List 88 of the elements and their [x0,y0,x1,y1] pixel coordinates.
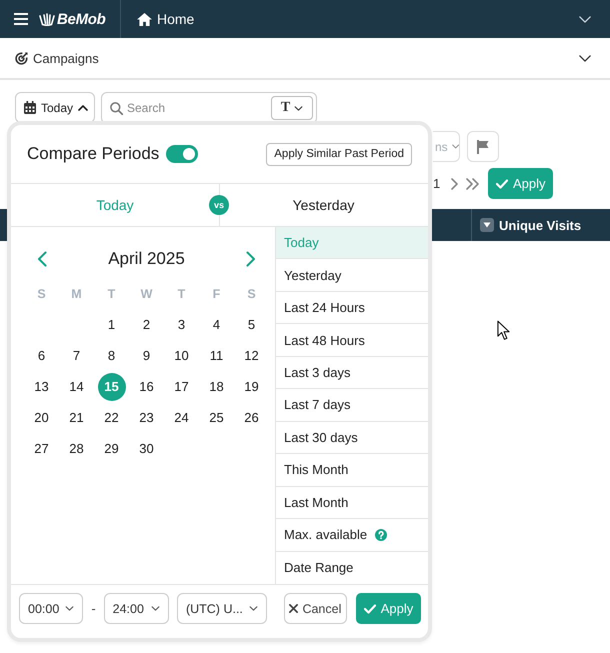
similar-period-button[interactable]: Apply Similar Past Period [266,142,412,166]
flag-button[interactable] [467,131,499,162]
chevron-right-icon[interactable] [451,178,458,190]
weekday-label: S [247,286,256,300]
mouse-pointer-icon [497,320,510,341]
time-separator: - [91,601,96,616]
calendar-day[interactable]: 5 [238,310,266,338]
search-mode-button[interactable]: T [271,96,313,120]
chevron-down-icon [150,606,160,611]
weekday-label: T [108,286,116,300]
calendar-day[interactable]: 8 [98,342,126,370]
calendar-day[interactable]: 28 [62,434,90,462]
weekday-label: M [71,286,82,300]
chevron-right-icon[interactable] [246,251,256,267]
calendar-day[interactable]: 16 [132,372,160,400]
calendar-day[interactable]: 11 [202,342,230,370]
section-title: Campaigns [33,50,100,66]
calendar-day[interactable]: 14 [62,372,90,400]
calendar-day[interactable]: 2 [132,310,160,338]
calendar-day[interactable]: 3 [168,310,196,338]
calendar-day[interactable]: 29 [98,434,126,462]
calendar-day[interactable]: 20 [28,404,56,432]
compare-toggle[interactable] [166,145,198,163]
search-icon [110,102,123,114]
calendar-day[interactable]: 17 [168,372,196,400]
logo-icon [39,12,55,26]
chevron-down-icon [248,606,258,611]
panel-title: Compare Periods [27,144,160,164]
calendar-day[interactable]: 18 [202,372,230,400]
calendar-day[interactable]: 7 [62,342,90,370]
preset-item[interactable]: Last 24 Hours [276,292,428,324]
filter-icon[interactable] [480,218,494,232]
check-icon [496,178,508,188]
flag-icon [477,140,489,154]
chevron-down-icon [65,606,74,611]
calendar-day[interactable]: 30 [132,434,160,462]
vs-badge: vs [209,195,229,215]
calendar-icon [24,101,36,114]
period-tab[interactable]: Yesterday [229,184,428,226]
home-icon[interactable] [137,12,152,26]
calendar-day[interactable]: 10 [168,342,196,370]
timezone-select[interactable]: (UTC) U... [176,593,267,624]
start-time-select[interactable]: 00:00 [19,593,84,624]
date-range-button[interactable]: Today [15,92,95,123]
calendar-day[interactable]: 27 [28,434,56,462]
calendar-day[interactable]: 24 [168,404,196,432]
logo-text: BeMob [57,10,106,28]
target-icon [15,52,28,64]
calendar-day[interactable]: 13 [28,372,56,400]
chevron-down-icon [452,144,459,149]
calendar-day[interactable]: 6 [28,342,56,370]
calendar-day[interactable]: 4 [202,310,230,338]
pagination-text: 1 [433,176,440,191]
preset-item[interactable]: Yesterday [276,259,428,292]
column-header: Unique Visits [499,218,582,232]
preset-item[interactable]: Max. available [276,519,428,552]
preset-item[interactable]: This Month [276,454,428,487]
end-time-select[interactable]: 24:00 [104,593,169,624]
chevron-down-icon [294,106,304,110]
close-icon [289,604,298,613]
page-title: Home [157,11,194,27]
calendar-day[interactable]: 21 [62,404,90,432]
calendar-day[interactable]: 26 [238,404,266,432]
cancel-button[interactable]: Cancel [284,593,347,624]
check-icon [364,604,376,614]
calendar-day[interactable]: 23 [132,404,160,432]
calendar-day[interactable]: 9 [132,342,160,370]
preset-item[interactable]: Last 3 days [276,356,428,390]
weekday-label: T [178,286,186,300]
calendar-day[interactable]: 1 [98,310,126,338]
weekday-label: F [212,286,220,300]
help-icon[interactable] [375,528,388,541]
chevron-down-icon[interactable] [579,54,591,62]
calendar-day[interactable]: 22 [98,404,126,432]
preset-item[interactable]: Last Month [276,486,428,520]
chevron-left-icon[interactable] [37,251,47,267]
calendar-day[interactable]: 25 [202,404,230,432]
preset-item[interactable]: Last 30 days [276,422,428,454]
double-chevron-right-icon[interactable] [466,178,480,190]
month-title: April 2025 [107,249,186,269]
preset-item[interactable]: Last 7 days [276,389,428,422]
weekday-label: S [37,286,46,300]
calendar-day[interactable]: 19 [238,372,266,400]
calendar-day[interactable]: 12 [238,342,266,370]
preset-item[interactable]: Last 48 Hours [276,324,428,357]
menu-icon[interactable] [14,13,28,25]
preset-item[interactable]: Date Range [276,552,428,584]
weekday-label: W [140,286,152,300]
